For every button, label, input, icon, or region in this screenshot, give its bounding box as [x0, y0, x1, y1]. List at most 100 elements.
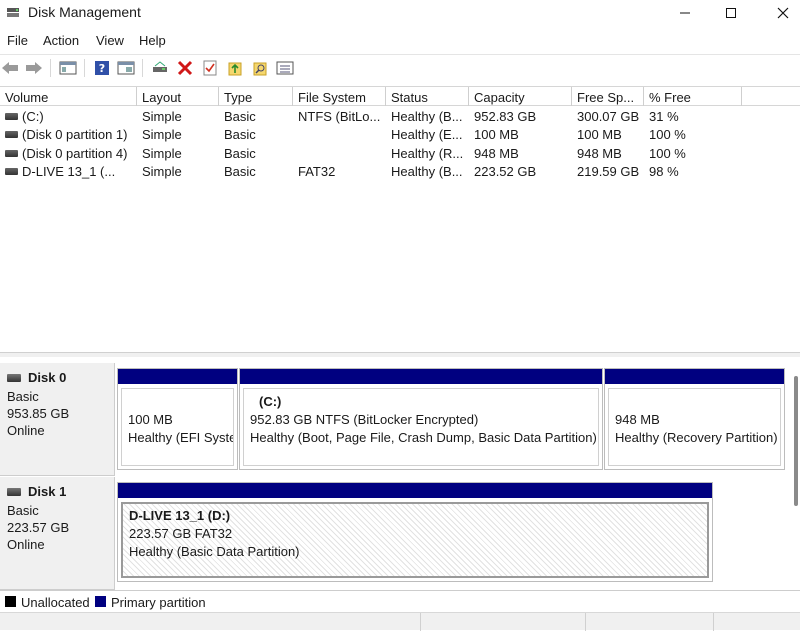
disk-management-app-icon	[6, 5, 20, 19]
column-header-layout[interactable]: Layout	[137, 87, 219, 106]
status-bar	[0, 612, 800, 631]
partition-c-drive[interactable]: (C:) 952.83 GB NTFS (BitLocker Encrypted…	[239, 368, 603, 470]
disk-icon	[7, 487, 21, 496]
primary-partition-swatch	[95, 596, 106, 607]
legend-primary-partition: Primary partition	[111, 595, 206, 610]
status-cell: Healthy (B...	[391, 109, 463, 124]
partition-status: Healthy (Boot, Page File, Crash Dump, Ba…	[250, 430, 597, 445]
disk-status: Online	[7, 423, 45, 438]
column-header-file-system[interactable]: File System	[293, 87, 386, 106]
scrollbar-thumb[interactable]	[794, 376, 798, 506]
disk-1-label[interactable]: Disk 1 Basic 223.57 GB Online	[0, 477, 115, 590]
graphical-view-scrollbar[interactable]	[791, 370, 799, 580]
menu-view[interactable]: View	[96, 33, 124, 48]
menu-action[interactable]: Action	[43, 33, 79, 48]
volume-icon	[5, 150, 18, 158]
status-segment	[585, 613, 586, 631]
disk-icon	[7, 373, 21, 382]
status-cell: Healthy (E...	[391, 127, 463, 142]
percent-free-cell: 100 %	[649, 146, 686, 161]
disk-status: Online	[7, 537, 45, 552]
volume-name: (Disk 0 partition 4)	[22, 146, 128, 161]
type-cell: Basic	[224, 164, 256, 179]
type-cell: Basic	[224, 109, 256, 124]
back-icon[interactable]	[0, 58, 20, 78]
percent-free-cell: 100 %	[649, 127, 686, 142]
partition-title: D-LIVE 13_1 (D:)	[129, 508, 231, 523]
legend: Unallocated Primary partition	[0, 590, 800, 612]
partition-size: 948 MB	[615, 412, 660, 427]
column-header-capacity[interactable]: Capacity	[469, 87, 572, 106]
window-title: Disk Management	[28, 4, 141, 20]
primary-partition-bar	[240, 369, 602, 384]
free-space-cell: 948 MB	[577, 146, 622, 161]
partition-size: 952.83 GB NTFS (BitLocker Encrypted)	[250, 412, 479, 427]
table-row[interactable]: (Disk 0 partition 4) Simple Basic Health…	[0, 145, 800, 163]
help-icon[interactable]: ?	[92, 58, 112, 78]
column-header-free-space[interactable]: Free Sp...	[572, 87, 644, 106]
properties-icon[interactable]	[116, 58, 136, 78]
partition-size: 100 MB	[128, 412, 173, 427]
menu-help[interactable]: Help	[139, 33, 166, 48]
partition-efi[interactable]: 100 MB Healthy (EFI System Partition)	[117, 368, 238, 470]
status-segment	[713, 613, 714, 631]
menu-file[interactable]: File	[7, 33, 28, 48]
file-system-cell	[293, 145, 386, 163]
layout-cell: Simple	[142, 164, 182, 179]
export-icon[interactable]	[225, 58, 245, 78]
disk-type: Basic	[7, 389, 39, 404]
column-header-status[interactable]: Status	[386, 87, 469, 106]
status-cell: Healthy (B...	[391, 164, 463, 179]
connect-disk-icon[interactable]	[150, 58, 170, 78]
primary-partition-bar	[605, 369, 784, 384]
console-tree-icon[interactable]	[58, 58, 78, 78]
forward-icon[interactable]	[24, 58, 44, 78]
unallocated-swatch	[5, 596, 16, 607]
partition-title	[128, 393, 233, 411]
type-cell: Basic	[224, 127, 256, 142]
check-icon[interactable]	[200, 58, 220, 78]
toolbar: ?	[0, 54, 800, 80]
partition-status: Healthy (Basic Data Partition)	[129, 544, 300, 559]
list-view-icon[interactable]	[275, 58, 295, 78]
layout-cell: Simple	[142, 127, 182, 142]
find-icon[interactable]	[250, 58, 270, 78]
disk-size: 223.57 GB	[7, 520, 70, 535]
volume-name: (C:)	[22, 109, 44, 124]
status-cell: Healthy (R...	[391, 146, 464, 161]
volume-icon	[5, 131, 18, 139]
disk-type: Basic	[7, 503, 39, 518]
disk-size: 953.85 GB	[7, 406, 70, 421]
column-header-percent-free[interactable]: % Free	[644, 87, 742, 106]
column-header-type[interactable]: Type	[219, 87, 293, 106]
delete-icon[interactable]	[175, 58, 195, 78]
percent-free-cell: 98 %	[649, 164, 679, 179]
partition-d-drive[interactable]: D-LIVE 13_1 (D:) 223.57 GB FAT32 Healthy…	[117, 482, 713, 582]
layout-cell: Simple	[142, 146, 182, 161]
table-row[interactable]: D-LIVE 13_1 (... Simple Basic FAT32 Heal…	[0, 163, 800, 181]
volume-icon	[5, 113, 18, 121]
status-segment	[420, 613, 421, 631]
file-system-cell: NTFS (BitLo...	[298, 109, 381, 124]
toolbar-separator	[84, 59, 85, 77]
legend-unallocated: Unallocated	[21, 595, 90, 610]
capacity-cell: 952.83 GB	[474, 109, 537, 124]
percent-free-cell: 31 %	[649, 109, 679, 124]
disk-0-label[interactable]: Disk 0 Basic 953.85 GB Online	[0, 363, 115, 476]
partition-recovery[interactable]: 948 MB Healthy (Recovery Partition)	[604, 368, 785, 470]
partition-status: Healthy (Recovery Partition)	[615, 430, 778, 445]
table-row[interactable]: (C:) Simple Basic NTFS (BitLo... Healthy…	[0, 108, 800, 126]
capacity-cell: 948 MB	[474, 146, 519, 161]
minimize-button[interactable]	[662, 0, 708, 26]
svg-text:?: ?	[99, 62, 105, 75]
primary-partition-bar	[118, 483, 712, 498]
disk-name: Disk 1	[28, 484, 67, 499]
volume-list-header: Volume Layout Type File System Status Ca…	[0, 86, 800, 106]
menu-bar: File Action View Help	[0, 30, 800, 52]
table-row[interactable]: (Disk 0 partition 1) Simple Basic Health…	[0, 126, 800, 144]
maximize-button[interactable]	[708, 0, 754, 26]
primary-partition-bar	[118, 369, 237, 384]
close-button[interactable]	[760, 0, 800, 26]
partition-title: (C:)	[259, 394, 282, 409]
column-header-volume[interactable]: Volume	[0, 87, 137, 106]
